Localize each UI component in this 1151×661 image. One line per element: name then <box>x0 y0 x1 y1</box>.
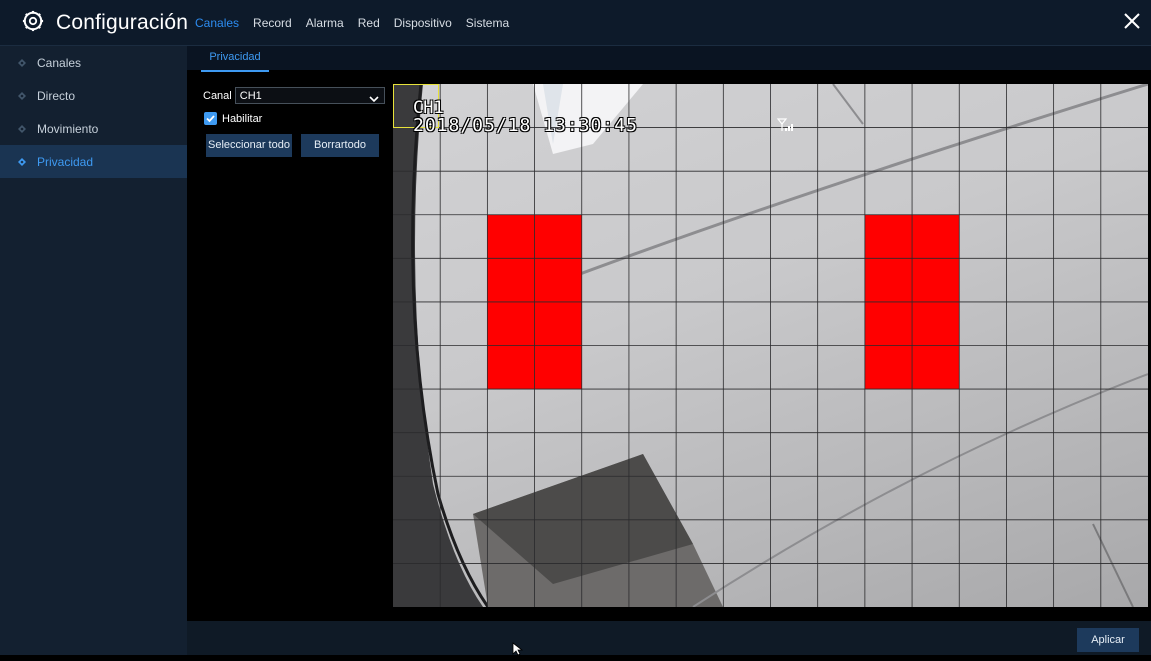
canal-select[interactable]: CH1 <box>234 87 385 104</box>
privacy-mask-cell[interactable] <box>912 345 960 390</box>
tab-red[interactable]: Red <box>351 0 387 45</box>
privacy-mask-cell[interactable] <box>534 258 582 302</box>
sidebar-item-label: Canales <box>37 55 82 70</box>
habilitar-label: Habilitar <box>222 112 263 125</box>
sub-tabs: Privacidad <box>187 46 1151 72</box>
tab-dispositivo[interactable]: Dispositivo <box>387 0 459 45</box>
diamond-icon <box>18 157 26 166</box>
canal-row: Canal CH1 <box>203 87 385 104</box>
sidebar: Canales Directo Movimiento Privacidad <box>0 46 187 655</box>
diamond-icon <box>18 124 26 133</box>
privacy-mask-cell[interactable] <box>864 301 913 346</box>
tab-canales[interactable]: Canales <box>188 0 246 45</box>
apply-button[interactable]: Aplicar <box>1077 628 1139 652</box>
privacy-mask-cell[interactable] <box>912 301 960 346</box>
privacy-mask-cell[interactable] <box>912 214 960 259</box>
main-tabs: Canales Record Alarma Red Dispositivo Si… <box>188 0 516 45</box>
clear-all-button[interactable]: Borrartodo <box>301 134 379 157</box>
privacy-mask-cell[interactable] <box>864 345 913 390</box>
privacy-mask-cell[interactable] <box>864 258 913 302</box>
privacy-mask-cell[interactable] <box>534 301 582 346</box>
sidebar-item-directo[interactable]: Directo <box>0 79 187 112</box>
privacy-mask-cell[interactable] <box>864 214 913 259</box>
select-all-button[interactable]: Seleccionar todo <box>206 134 292 157</box>
close-icon[interactable] <box>1121 10 1143 32</box>
sidebar-item-privacidad[interactable]: Privacidad <box>0 145 187 178</box>
sidebar-item-label: Movimiento <box>37 121 99 136</box>
brand: Configuración <box>22 8 188 38</box>
subtab-privacidad[interactable]: Privacidad <box>201 46 269 72</box>
tab-record[interactable]: Record <box>246 0 299 45</box>
habilitar-checkbox[interactable] <box>204 112 217 125</box>
sidebar-item-label: Privacidad <box>37 154 94 169</box>
diamond-icon <box>18 58 26 67</box>
sidebar-item-canales[interactable]: Canales <box>0 46 187 79</box>
privacy-mask-cell[interactable] <box>487 301 535 346</box>
privacy-mask-cell[interactable] <box>487 258 535 302</box>
privacy-mask-cell[interactable] <box>534 345 582 390</box>
privacy-mask-cell[interactable] <box>487 345 535 390</box>
sidebar-item-label: Directo <box>37 88 76 103</box>
check-icon <box>206 115 215 123</box>
privacy-mask-cell[interactable] <box>912 258 960 302</box>
signal-icon <box>776 117 798 133</box>
privacy-grid[interactable] <box>393 84 1148 607</box>
privacy-mask-cell[interactable] <box>534 214 582 259</box>
page-title: Configuración <box>56 11 189 34</box>
sidebar-item-movimiento[interactable]: Movimiento <box>0 112 187 145</box>
tab-sistema[interactable]: Sistema <box>459 0 516 45</box>
top-bar: Configuración Canales Record Alarma Red … <box>0 0 1151 46</box>
privacy-controls: Canal CH1 Habilitar Seleccionar todo Bor… <box>187 70 392 620</box>
osd-timestamp: 2018/05/18 13:30:45 <box>413 115 638 136</box>
bottom-bar: Aplicar <box>187 621 1151 655</box>
diamond-icon <box>18 91 26 100</box>
chevron-down-icon <box>369 92 379 103</box>
habilitar-row: Habilitar <box>204 112 262 125</box>
canal-label: Canal <box>203 89 232 102</box>
mouse-cursor-icon <box>512 642 524 656</box>
tab-alarma[interactable]: Alarma <box>299 0 351 45</box>
canal-select-value: CH1 <box>239 90 262 102</box>
gear-icon <box>22 10 44 37</box>
privacy-mask-cell[interactable] <box>487 214 535 259</box>
video-preview[interactable]: CH1 2018/05/18 13:30:45 <box>393 84 1148 607</box>
